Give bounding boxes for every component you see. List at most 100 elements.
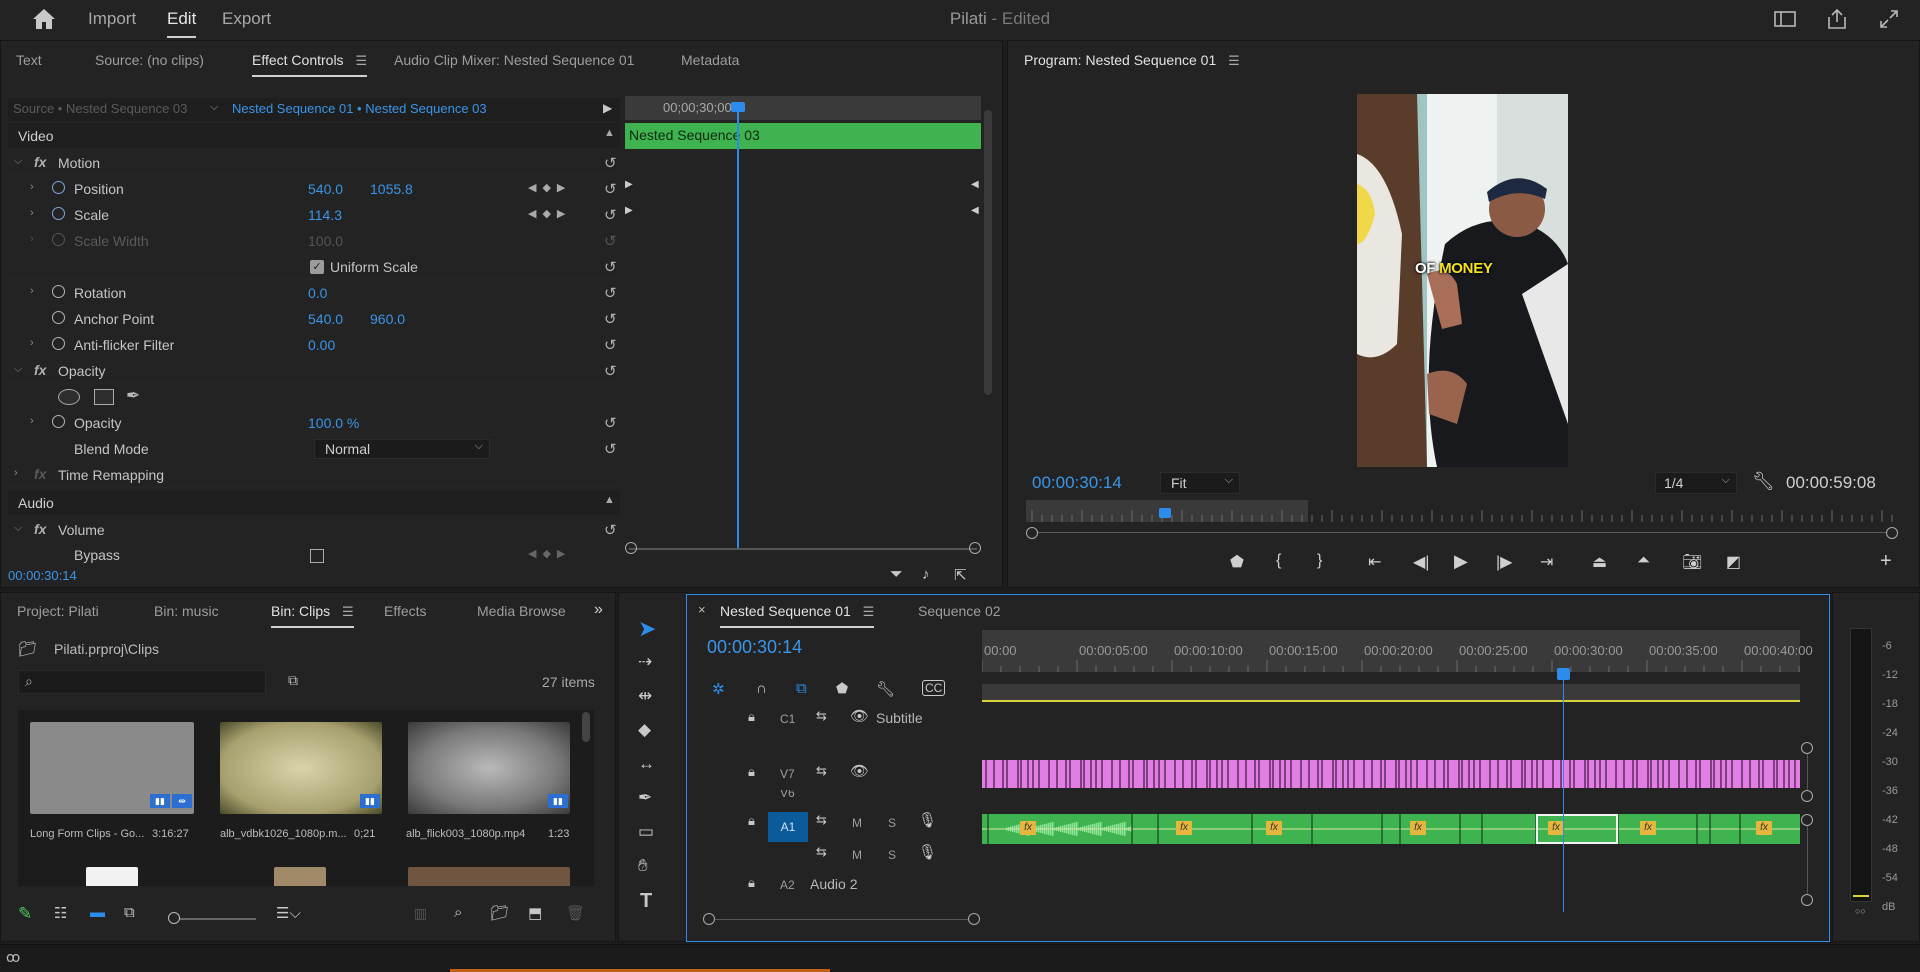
scroll-handle[interactable] [1801, 790, 1813, 802]
lock-icon[interactable]: 🔒︎ [748, 709, 755, 725]
captions-icon[interactable]: CC [922, 680, 946, 696]
add-marker-icon[interactable]: ⬟ [1230, 552, 1244, 572]
collapse-icon[interactable]: ▲ [604, 127, 615, 139]
ec-timecode[interactable]: 00:00:30:14 [8, 568, 77, 583]
lock-icon[interactable]: 🔒︎ [748, 764, 755, 780]
extract-icon[interactable]: ⏶ [1637, 552, 1650, 570]
settings-wrench-icon[interactable]: 🔧︎ [1752, 471, 1775, 492]
eye-icon[interactable]: 👁︎ [850, 762, 869, 780]
creative-cloud-icon[interactable]: ꝏ [6, 949, 20, 966]
expand-icon[interactable]: › [30, 415, 34, 427]
sync-lock-icon[interactable]: ⇆ [816, 708, 827, 724]
audio-icon[interactable]: ♪ [922, 566, 930, 583]
uniform-scale-checkbox[interactable]: ✓ [310, 260, 324, 274]
find-icon[interactable]: ⌕ [454, 904, 462, 921]
keyframe-nav-icon[interactable]: ◀◆▶ [528, 207, 571, 220]
close-icon[interactable]: × [698, 602, 706, 617]
clip-thumbnail[interactable] [220, 722, 382, 814]
reset-icon[interactable]: ↺ [604, 180, 617, 198]
play-icon[interactable]: ▶ [1454, 551, 1468, 572]
expand-icon[interactable]: › [30, 285, 34, 297]
scale-value[interactable]: 114.3 [308, 207, 342, 223]
playhead-line[interactable] [737, 106, 739, 548]
playhead-handle[interactable] [731, 102, 745, 112]
razor-tool-icon[interactable]: ◆ [638, 720, 651, 740]
fullscreen-icon[interactable] [1879, 9, 1899, 29]
scrubber-track[interactable] [1032, 532, 1892, 533]
reset-icon[interactable]: ↺ [604, 440, 617, 458]
scroll-handle[interactable] [1026, 527, 1038, 539]
add-button-icon[interactable]: + [1880, 550, 1892, 573]
go-to-out-icon[interactable]: ⇥ [1540, 552, 1553, 572]
bypass-checkbox[interactable] [310, 549, 324, 563]
new-bin-icon[interactable]: 📁︎ [490, 904, 509, 922]
stopwatch-icon[interactable] [52, 207, 65, 220]
sync-lock-icon[interactable]: ⇆ [816, 844, 827, 860]
ellipse-mask-icon[interactable] [58, 389, 80, 405]
fx-badge-icon[interactable]: fx [1410, 821, 1426, 835]
expand-icon[interactable]: ⌵ [14, 363, 22, 376]
track-a2-name[interactable]: A2 [780, 878, 795, 892]
home-icon[interactable] [32, 8, 56, 30]
nest-icon[interactable]: ✲ [712, 680, 725, 698]
position-y-value[interactable]: 1055.8 [370, 181, 413, 197]
stopwatch-icon[interactable] [52, 285, 65, 298]
opacity-value[interactable]: 100.0 % [308, 415, 359, 431]
clip-thumbnail[interactable] [274, 867, 326, 886]
scroll-handle[interactable] [1801, 894, 1813, 906]
sort-icon[interactable]: ☰⌵ [276, 904, 301, 922]
anchor-x-value[interactable]: 540.0 [308, 311, 343, 327]
fx-badge-icon[interactable]: fx [1640, 821, 1656, 835]
track-a1-name[interactable]: A1 [768, 812, 808, 842]
fit-select[interactable]: Fit ⌵ [1160, 472, 1240, 494]
linked-selection-icon[interactable]: ⧉ [796, 680, 807, 697]
nav-edit[interactable]: Edit [167, 9, 197, 38]
panel-menu-icon[interactable]: ☰ [355, 53, 367, 68]
rectangle-mask-icon[interactable] [94, 389, 114, 405]
fx-icon[interactable]: fx [34, 521, 46, 537]
fx-badge-icon[interactable]: fx [1756, 821, 1772, 835]
fx-badge-icon[interactable]: fx [1020, 821, 1036, 835]
solo-indicator-icon[interactable]: ○○ [1855, 906, 1866, 916]
a1-clip-track[interactable]: fx fx fx fx fx fx fx [982, 814, 1800, 844]
scrubber-playhead[interactable] [1158, 508, 1171, 518]
icon-view-icon[interactable]: ▬ [90, 904, 105, 921]
eye-icon[interactable]: 👁︎ [850, 707, 869, 725]
hand-tool-icon[interactable]: ✋︎ [638, 856, 648, 876]
tab-metadata[interactable]: Metadata [681, 52, 739, 68]
find-icon[interactable]: ⧉ [288, 672, 298, 689]
solo-button[interactable]: S [888, 848, 896, 862]
stopwatch-icon[interactable] [52, 181, 65, 194]
pen-mask-icon[interactable]: ✒ [126, 386, 140, 406]
motion-row[interactable]: ⌵ fx Motion ↺ [8, 150, 620, 176]
zoom-slider[interactable] [174, 918, 256, 920]
timeline-playhead-handle[interactable] [1557, 668, 1570, 680]
tab-nested-sequence-01[interactable]: Nested Sequence 01 ☰ [720, 603, 875, 628]
reset-icon[interactable]: ↺ [604, 414, 617, 432]
blend-mode-select[interactable]: Normal ⌵ [314, 439, 490, 459]
timeline-ruler[interactable]: 00:00 00:00:05:00 00:00:10:00 00:00:15:00 00… [982, 630, 1813, 672]
write-on-icon[interactable]: ✎ [18, 904, 32, 924]
mute-button[interactable]: M [852, 816, 862, 830]
fx-badge-icon[interactable]: fx [1266, 821, 1282, 835]
snap-icon[interactable]: ∩ [756, 680, 767, 697]
export-icon[interactable]: ⇱ [954, 566, 967, 584]
filter-icon[interactable]: ⏷ [890, 566, 903, 584]
tab-audio-clip-mixer[interactable]: Audio Clip Mixer: Nested Sequence 01 [394, 52, 634, 68]
clip-thumbnail[interactable] [408, 722, 570, 814]
tab-bin-music[interactable]: Bin: music [154, 603, 219, 619]
mark-in-icon[interactable]: { [1276, 552, 1281, 570]
program-timecode[interactable]: 00:00:30:14 [1032, 473, 1122, 493]
sequence-crumb[interactable]: Nested Sequence 01 • Nested Sequence 03 [232, 101, 487, 116]
scroll-handle[interactable] [1886, 527, 1898, 539]
program-title-label[interactable]: Program: Nested Sequence 01 [1024, 52, 1216, 68]
fx-badge-icon[interactable]: fx [1176, 821, 1192, 835]
scroll-handle[interactable] [1801, 742, 1813, 754]
stopwatch-icon[interactable] [52, 311, 65, 324]
zoom-slider-handle[interactable] [168, 912, 180, 924]
go-to-in-icon[interactable]: ⇤ [1368, 552, 1381, 572]
anchor-y-value[interactable]: 960.0 [370, 311, 405, 327]
header-scrollbar[interactable] [710, 919, 974, 920]
bin-search-input[interactable]: ⌕ [18, 670, 266, 694]
ec-vertical-scrollbar[interactable] [984, 110, 992, 395]
